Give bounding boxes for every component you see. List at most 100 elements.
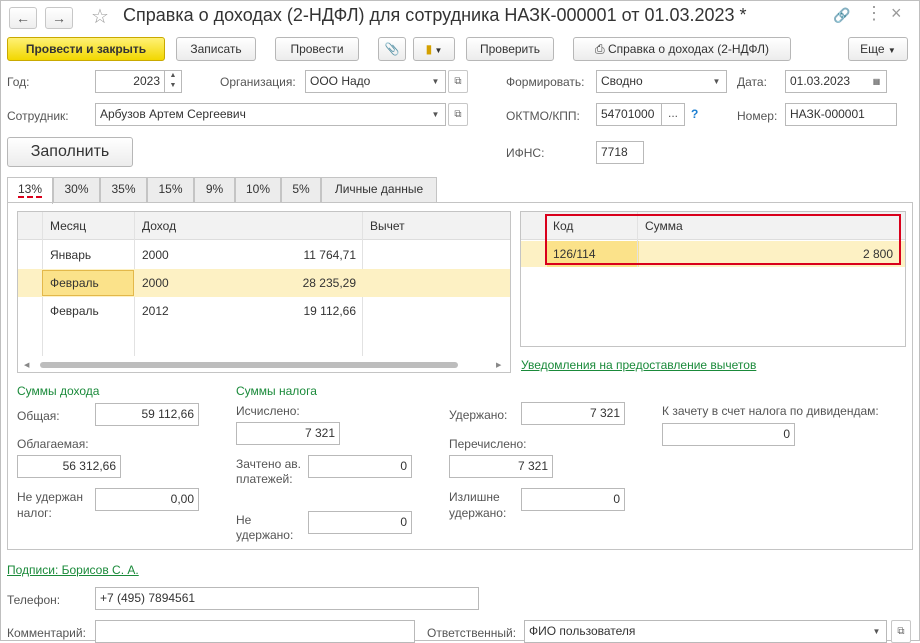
row-month: Февраль — [50, 304, 99, 318]
tax-excess-label: Излишне удержано: — [449, 490, 507, 520]
column-code[interactable]: Код — [553, 212, 573, 240]
tax-not-withheld-field[interactable]: 0 — [308, 511, 412, 534]
scroll-left-icon[interactable]: ◀ — [24, 361, 29, 369]
column-income[interactable]: Доход — [142, 212, 176, 240]
tax-withheld-field[interactable]: 7 321 — [521, 402, 625, 425]
table-row[interactable]: Февраль 2012 19 112,66 — [18, 297, 510, 325]
more-button[interactable]: Еще ▼ — [848, 37, 908, 61]
save-button[interactable]: Записать — [176, 37, 256, 61]
tax-calculated-field[interactable]: 7 321 — [236, 422, 340, 445]
row-amount: 19 112,66 — [303, 304, 357, 318]
signatures-link[interactable]: Подписи: Борисов С. А. — [7, 563, 139, 577]
phone-field[interactable]: +7 (495) 7894561 — [95, 587, 479, 610]
employee-field[interactable]: Арбузов Артем Сергеевич — [95, 103, 429, 126]
tax-transferred-label: Перечислено: — [449, 437, 527, 451]
responsible-label: Ответственный: — [427, 626, 517, 640]
organization-open-icon[interactable]: ⧉ — [448, 70, 468, 93]
organization-field[interactable]: ООО Надо — [305, 70, 429, 93]
year-stepper[interactable]: ▲ ▼ — [164, 70, 182, 93]
row-month: Февраль — [50, 276, 99, 290]
ifns-field[interactable]: 7718 — [596, 141, 644, 164]
row-code: 2012 — [142, 304, 169, 318]
tab-35[interactable]: 35% — [100, 177, 147, 202]
column-deduction[interactable]: Вычет — [370, 212, 405, 240]
number-field[interactable]: НАЗК-000001 — [785, 103, 897, 126]
arrow-left-icon: ← — [16, 10, 30, 26]
row-code: 126/114 — [553, 247, 596, 261]
deduction-notices-link[interactable]: Уведомления на предоставление вычетов — [521, 358, 756, 372]
form-mode-select[interactable]: Сводно — [596, 70, 710, 93]
oktmo-select-button[interactable]: ... — [661, 103, 685, 126]
column-sum[interactable]: Сумма — [645, 212, 683, 240]
tab-9[interactable]: 9% — [194, 177, 235, 202]
fill-button[interactable]: Заполнить — [7, 137, 133, 167]
employee-dropdown-icon[interactable]: ▼ — [426, 103, 446, 126]
oktmo-field[interactable]: 54701000 — [596, 103, 662, 126]
responsible-dropdown-icon[interactable]: ▼ — [867, 620, 887, 643]
comment-field[interactable] — [95, 620, 415, 643]
responsible-open-icon[interactable]: ⧉ — [891, 620, 911, 643]
income-table-header — [18, 212, 510, 240]
income-not-withheld-field[interactable]: 0,00 — [95, 488, 199, 511]
tab-personal-data[interactable]: Личные данные — [321, 177, 437, 202]
help-icon[interactable]: ? — [691, 107, 698, 121]
print-button-label: Справка о доходах (2-НДФЛ) — [607, 42, 769, 56]
tab-30[interactable]: 30% — [53, 177, 100, 202]
printer-icon: ⎙ — [595, 42, 605, 56]
dividend-credit-field[interactable]: 0 — [662, 423, 795, 446]
more-label: Еще — [860, 42, 885, 56]
tab-13[interactable]: 13% — [7, 177, 53, 204]
organization-dropdown-icon[interactable]: ▼ — [426, 70, 446, 93]
link-icon[interactable]: 🔗 — [833, 7, 850, 24]
tab-5[interactable]: 5% — [281, 177, 321, 202]
form-mode-dropdown-icon[interactable]: ▼ — [707, 70, 727, 93]
date-field[interactable]: 01.03.2023 — [785, 70, 877, 93]
page-title: Справка о доходах (2-НДФЛ) для сотрудник… — [123, 5, 747, 25]
employee-label: Сотрудник: — [7, 109, 69, 123]
year-field[interactable]: 2023 — [95, 70, 165, 93]
create-based-button[interactable]: ▮ ▼ — [413, 37, 455, 61]
dividend-credit-label: К зачету в счет налога по дивидендам: — [662, 404, 879, 418]
responsible-field[interactable]: ФИО пользователя — [524, 620, 870, 643]
print-button[interactable]: ⎙ Справка о доходах (2-НДФЛ) — [573, 37, 791, 61]
tab-15[interactable]: 15% — [147, 177, 194, 202]
row-amount: 11 764,71 — [303, 248, 357, 262]
chevron-down-icon: ▼ — [887, 46, 896, 55]
deduction-table[interactable]: Код Сумма 126/114 2 800 — [520, 211, 906, 347]
oktmo-label: ОКТМО/КПП: — [506, 109, 580, 123]
row-amount: 2 800 — [862, 247, 893, 261]
form-mode-label: Формировать: — [506, 75, 585, 89]
tax-excess-field[interactable]: 0 — [521, 488, 625, 511]
income-table[interactable]: Месяц Доход Вычет Январь 2000 11 764,71 … — [17, 211, 511, 373]
forward-button[interactable]: → — [45, 7, 73, 29]
tax-transferred-field[interactable]: 7 321 — [449, 455, 553, 478]
close-icon[interactable]: × — [891, 3, 902, 24]
number-label: Номер: — [737, 109, 778, 123]
calendar-icon[interactable]: ▦ — [867, 70, 887, 93]
tab-13-label: 13% — [17, 182, 43, 198]
tax-credited-field[interactable]: 0 — [308, 455, 412, 478]
tab-10[interactable]: 10% — [235, 177, 281, 202]
horizontal-scrollbar[interactable]: ◀ ▶ — [18, 358, 510, 372]
income-not-withheld-label: Не удержан налог: — [17, 490, 83, 520]
employee-open-icon[interactable]: ⧉ — [448, 103, 468, 126]
income-total-field[interactable]: 59 112,66 — [95, 403, 199, 426]
comment-label: Комментарий: — [7, 626, 86, 640]
more-menu-icon[interactable]: ⋮ — [865, 3, 883, 24]
tax-not-withheld-label: Не удержано: — [236, 513, 294, 542]
scrollbar-thumb[interactable] — [40, 362, 458, 368]
row-code: 2000 — [142, 276, 169, 290]
income-taxable-field[interactable]: 56 312,66 — [17, 455, 121, 478]
back-button[interactable]: ← — [9, 7, 37, 29]
star-icon[interactable]: ☆ — [91, 4, 109, 29]
table-row-selected[interactable]: Февраль 2000 28 235,29 — [18, 269, 510, 297]
column-month[interactable]: Месяц — [50, 212, 86, 240]
tax-credited-label: Зачтено ав. платежей: — [236, 457, 301, 486]
attach-button[interactable]: 📎 — [378, 37, 406, 61]
row-amount: 28 235,29 — [302, 276, 356, 290]
check-button[interactable]: Проверить — [466, 37, 554, 61]
post-button[interactable]: Провести — [275, 37, 359, 61]
post-and-close-button[interactable]: Провести и закрыть — [7, 37, 165, 61]
table-row[interactable]: Январь 2000 11 764,71 — [18, 241, 510, 269]
scroll-right-icon[interactable]: ▶ — [496, 361, 501, 369]
